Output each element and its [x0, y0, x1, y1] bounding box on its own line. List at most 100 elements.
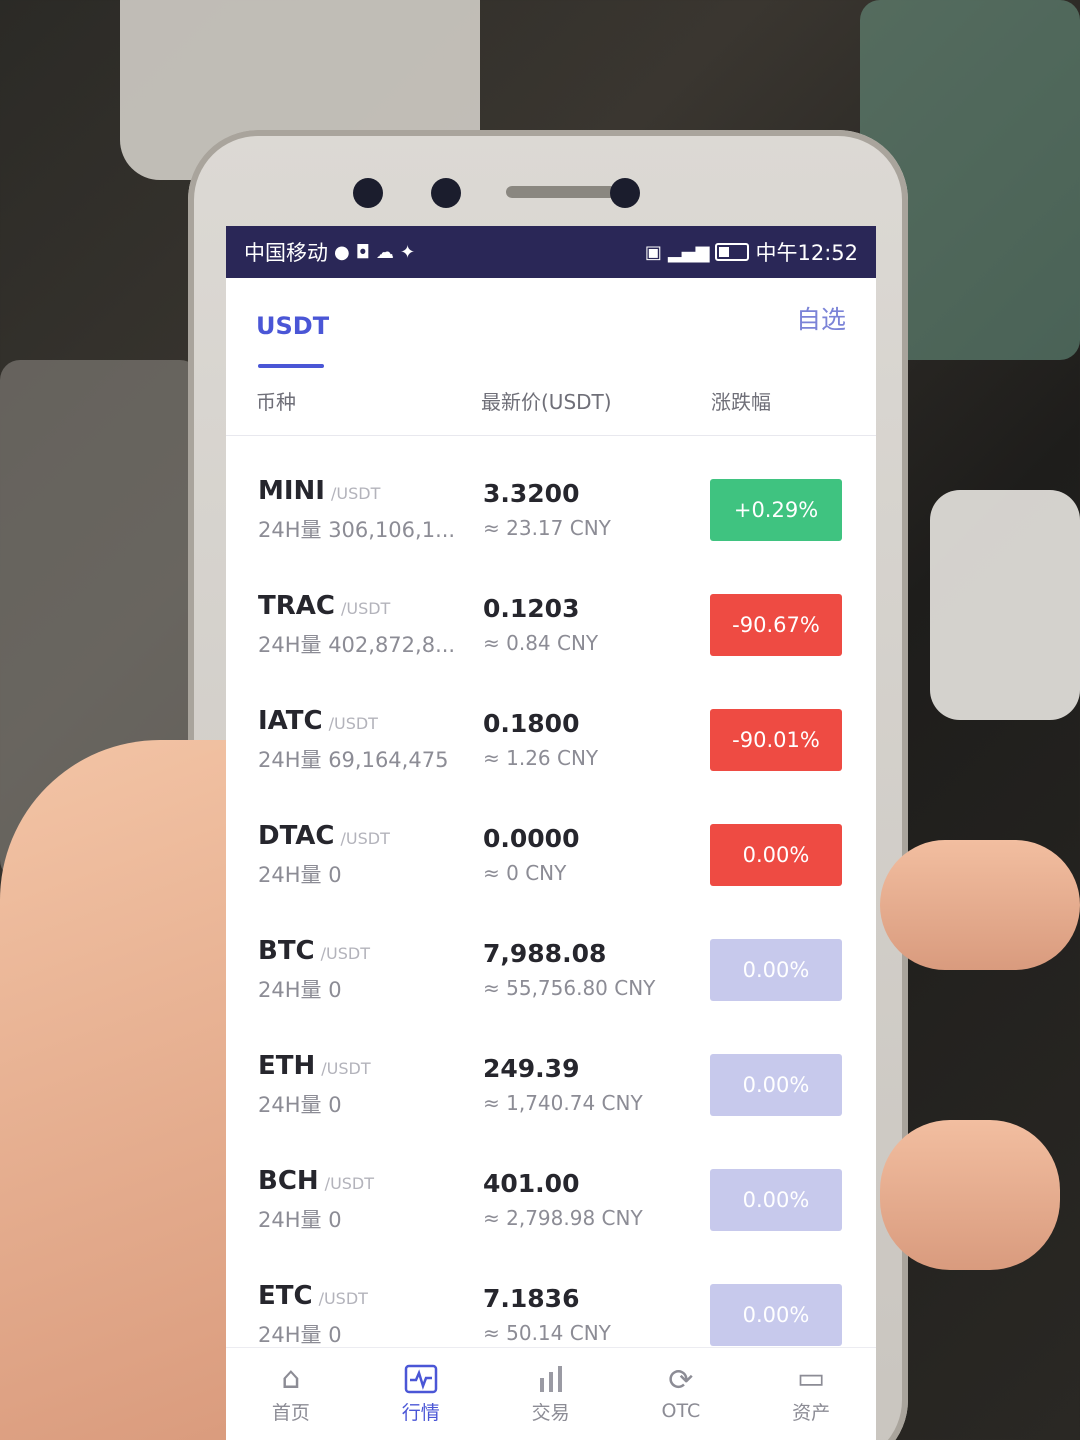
alipay-icon: ✦	[399, 241, 416, 263]
quote-currency: /USDT	[324, 1173, 375, 1193]
change-badge[interactable]: +0.29%	[710, 478, 842, 541]
volume-24h: 24H量 0	[258, 1092, 342, 1117]
cny-price: ≈ 50.14 CNY	[483, 1321, 611, 1345]
nav-trade[interactable]: 交易	[532, 1364, 570, 1425]
front-sensor	[353, 178, 383, 208]
market-list: MINI/USDT 24H量 306,106,1... 3.3200 ≈ 23.17…	[226, 452, 876, 1372]
quote-currency: /USDT	[340, 828, 390, 848]
last-price: 7,988.08	[483, 939, 607, 968]
tab-favorites[interactable]: 自选	[796, 300, 846, 336]
tab-usdt[interactable]: USDT	[256, 312, 329, 340]
nav-assets-label: 资产	[792, 1401, 831, 1424]
status-left: 中国移动 ● ◘ ☁ ✦	[244, 237, 415, 267]
header-change[interactable]: 涨跌幅	[711, 386, 846, 415]
nav-otc-label: OTC	[661, 1400, 701, 1422]
wallet-icon: ▭	[796, 1360, 826, 1396]
status-right: ▣ ▂▄▆ 中午12:52	[645, 237, 858, 267]
last-price: 0.1800	[483, 709, 580, 738]
last-price: 7.1836	[483, 1284, 580, 1313]
volume-24h: 24H量 306,106,1...	[258, 517, 456, 542]
earpiece-speaker	[506, 186, 616, 198]
market-row[interactable]: BTC/USDT 24H量 0 7,988.08 ≈ 55,756.80 CNY 0…	[258, 912, 852, 1027]
change-badge[interactable]: 0.00%	[710, 1283, 842, 1346]
market-row[interactable]: MINI/USDT 24H量 306,106,1... 3.3200 ≈ 23.17…	[258, 452, 852, 567]
carrier-name: 中国移动	[244, 241, 328, 265]
cny-price: ≈ 0.84 CNY	[483, 631, 599, 655]
background-tissue	[930, 490, 1080, 720]
hd-icon: ▣	[644, 241, 662, 263]
nav-home-label: 首页	[271, 1401, 310, 1424]
quote-currency: /USDT	[318, 1288, 368, 1308]
cny-price: ≈ 1,740.74 CNY	[483, 1091, 643, 1115]
cny-price: ≈ 1.26 CNY	[483, 746, 599, 770]
app-icon: ◘	[355, 241, 370, 263]
change-badge[interactable]: 0.00%	[710, 1053, 842, 1116]
hand-finger	[880, 840, 1080, 970]
nav-market[interactable]: 行情	[402, 1364, 440, 1425]
coin-symbol: BTC	[258, 935, 315, 966]
header-price: 最新价(USDT)	[481, 390, 612, 414]
last-price: 401.00	[483, 1169, 580, 1198]
quote-currency: /USDT	[321, 1058, 371, 1078]
change-badge[interactable]: 0.00%	[710, 1168, 842, 1231]
cny-price: ≈ 55,756.80 CNY	[483, 976, 656, 1000]
last-price: 3.3200	[483, 479, 580, 508]
change-badge[interactable]: 0.00%	[710, 823, 842, 886]
quote-currency: /USDT	[320, 943, 370, 963]
nav-home[interactable]: ⌂ 首页	[271, 1360, 310, 1425]
coin-symbol: IATC	[258, 705, 323, 736]
cny-price: ≈ 0 CNY	[483, 861, 567, 885]
nav-otc[interactable]: ⟳ OTC	[661, 1363, 701, 1423]
phone-screen: 中国移动 ● ◘ ☁ ✦ ▣ ▂▄▆ 中午12:52 USDT 自选 币种 最新…	[226, 226, 876, 1440]
volume-24h: 24H量 0	[258, 1322, 342, 1347]
volume-24h: 24H量 402,872,8...	[258, 632, 456, 657]
exchange-icon: ⟳	[668, 1363, 694, 1398]
market-row[interactable]: TRAC/USDT 24H量 402,872,8... 0.1203 ≈ 0.84 …	[258, 567, 852, 682]
market-chart-icon	[404, 1364, 438, 1394]
change-badge[interactable]: 0.00%	[710, 938, 842, 1001]
quote-currency: /USDT	[340, 598, 391, 618]
coin-symbol: BCH	[258, 1165, 319, 1196]
change-badge[interactable]: -90.01%	[710, 708, 842, 771]
nav-market-label: 行情	[401, 1401, 440, 1424]
coin-symbol: ETC	[258, 1280, 313, 1311]
last-price: 0.0000	[483, 824, 580, 853]
clock: 中午12:52	[755, 241, 858, 265]
coin-symbol: TRAC	[258, 590, 335, 621]
status-bar: 中国移动 ● ◘ ☁ ✦ ▣ ▂▄▆ 中午12:52	[226, 226, 876, 278]
last-price: 0.1203	[483, 594, 580, 623]
cloud-icon: ☁	[375, 241, 394, 263]
header-coin: 币种	[256, 390, 296, 414]
quote-currency: /USDT	[330, 483, 381, 503]
volume-24h: 24H量 69,164,475	[258, 747, 449, 772]
market-row[interactable]: DTAC/USDT 24H量 0 0.0000 ≈ 0 CNY 0.00%	[258, 797, 852, 912]
coin-symbol: DTAC	[258, 820, 335, 851]
volume-24h: 24H量 0	[258, 1207, 342, 1232]
bar-chart-icon	[536, 1364, 566, 1394]
home-icon: ⌂	[281, 1360, 301, 1396]
market-row[interactable]: BCH/USDT 24H量 0 401.00 ≈ 2,798.98 CNY 0.00…	[258, 1142, 852, 1257]
tab-bar: USDT 自选	[226, 278, 876, 368]
change-badge[interactable]: -90.67%	[710, 593, 842, 656]
market-row[interactable]: IATC/USDT 24H量 69,164,475 0.1800 ≈ 1.26 CN…	[258, 682, 852, 797]
cny-price: ≈ 2,798.98 CNY	[483, 1206, 643, 1230]
front-sensor	[431, 178, 461, 208]
nav-trade-label: 交易	[531, 1401, 570, 1424]
volume-24h: 24H量 0	[258, 862, 342, 887]
active-tab-indicator	[258, 364, 324, 368]
bottom-nav: ⌂ 首页 行情 交易 ⟳ OTC ▭ 资产	[226, 1347, 876, 1440]
signal-icon: ▂▄▆	[667, 241, 710, 263]
volume-24h: 24H量 0	[258, 977, 342, 1002]
quote-currency: /USDT	[328, 713, 378, 733]
cny-price: ≈ 23.17 CNY	[483, 516, 611, 540]
wechat-icon: ●	[334, 241, 350, 263]
front-camera	[610, 178, 640, 208]
coin-symbol: MINI	[258, 475, 325, 506]
column-header: 币种 最新价(USDT) 涨跌幅	[226, 366, 876, 436]
hand-finger	[880, 1120, 1060, 1270]
battery-icon	[715, 243, 750, 261]
coin-symbol: ETH	[258, 1050, 316, 1081]
nav-assets[interactable]: ▭ 资产	[792, 1360, 831, 1425]
last-price: 249.39	[483, 1054, 580, 1083]
market-row[interactable]: ETH/USDT 24H量 0 249.39 ≈ 1,740.74 CNY 0.00…	[258, 1027, 852, 1142]
